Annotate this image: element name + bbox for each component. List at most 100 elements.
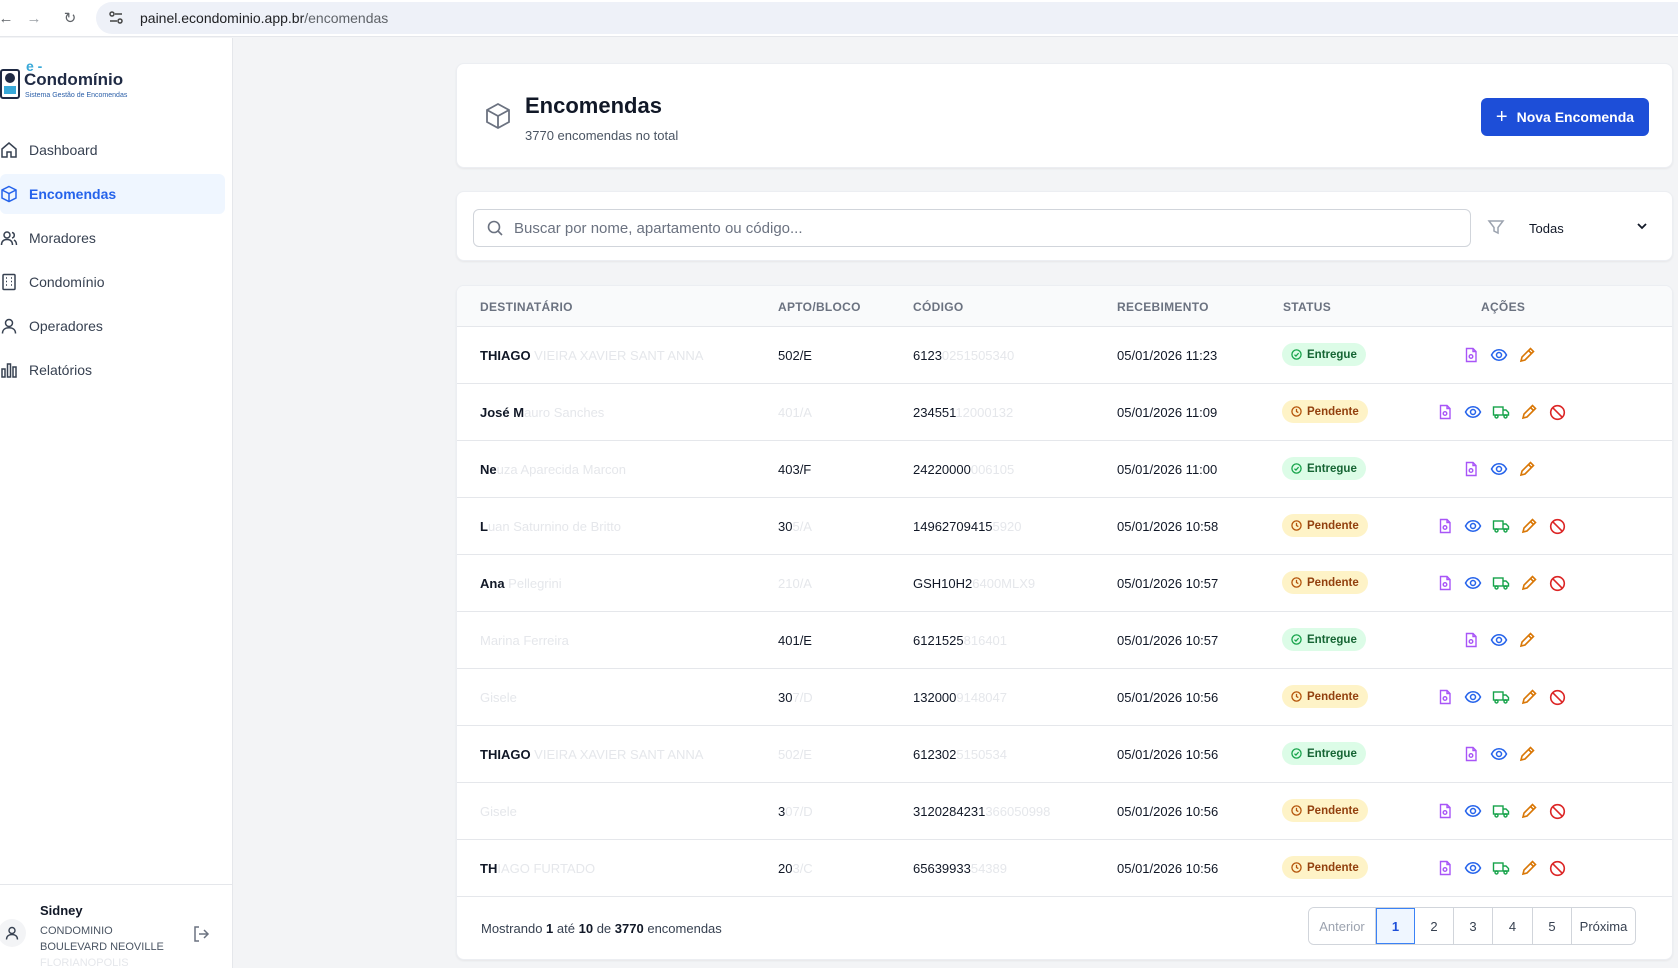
column-header[interactable]: APTO/BLOCO bbox=[778, 300, 861, 314]
page-button[interactable]: 2 bbox=[1415, 908, 1454, 944]
check-circle-icon bbox=[1291, 349, 1303, 361]
view-details-button[interactable] bbox=[1463, 801, 1483, 821]
tracking-code-cell: GSH10H26400MLX9 bbox=[913, 576, 1035, 591]
view-receipt-button[interactable] bbox=[1461, 744, 1481, 764]
table-header: DESTINATÁRIO APTO/BLOCO CÓDIGO RECEBIMEN… bbox=[457, 286, 1672, 327]
edit-button[interactable] bbox=[1519, 573, 1539, 593]
table-row[interactable]: THIAGO VIEIRA XAVIER SANT ANNA 502/E 61230… bbox=[457, 726, 1672, 783]
previous-page-button[interactable]: Anterior bbox=[1309, 908, 1376, 944]
view-details-button[interactable] bbox=[1463, 573, 1483, 593]
table-row[interactable]: Marina Ferreira 401/E 6121525816401 05/01/2… bbox=[457, 612, 1672, 669]
forward-icon[interactable]: → bbox=[22, 6, 46, 30]
view-receipt-button[interactable] bbox=[1435, 516, 1455, 536]
cancel-button[interactable] bbox=[1547, 858, 1567, 878]
recipient-name: THIAGO bbox=[480, 747, 531, 762]
sidebar-item-moradores[interactable]: Moradores bbox=[0, 218, 225, 258]
table-row[interactable]: THIAGO VIEIRA XAVIER SANT ANNA 502/E 61230… bbox=[457, 327, 1672, 384]
pencil-icon bbox=[1520, 517, 1538, 535]
reload-icon[interactable]: ↻ bbox=[58, 6, 82, 30]
column-header[interactable]: AÇÕES bbox=[1481, 300, 1525, 314]
row-actions bbox=[1461, 459, 1545, 479]
edit-button[interactable] bbox=[1517, 459, 1537, 479]
edit-button[interactable] bbox=[1519, 801, 1539, 821]
table-row[interactable]: Luan Saturnino de Britto 305/A 14962709415… bbox=[457, 498, 1672, 555]
search-input[interactable] bbox=[514, 219, 1414, 237]
table-row[interactable]: José Mauro Sanches 401/A 23455112000132 05/… bbox=[457, 384, 1672, 441]
view-details-button[interactable] bbox=[1489, 345, 1509, 365]
view-receipt-button[interactable] bbox=[1461, 345, 1481, 365]
view-receipt-button[interactable] bbox=[1461, 459, 1481, 479]
edit-button[interactable] bbox=[1517, 630, 1537, 650]
mark-delivered-button[interactable] bbox=[1491, 402, 1511, 422]
edit-button[interactable] bbox=[1519, 687, 1539, 707]
view-details-button[interactable] bbox=[1489, 630, 1509, 650]
user-panel: Sidney CONDOMINIO BOULEVARD NEOVILLE FLO… bbox=[0, 884, 233, 968]
view-receipt-button[interactable] bbox=[1435, 687, 1455, 707]
mark-delivered-button[interactable] bbox=[1491, 687, 1511, 707]
cancel-button[interactable] bbox=[1547, 402, 1567, 422]
view-receipt-button[interactable] bbox=[1435, 858, 1455, 878]
edit-button[interactable] bbox=[1519, 516, 1539, 536]
page-button[interactable]: 5 bbox=[1533, 908, 1572, 944]
sidebar-item-operadores[interactable]: Operadores bbox=[0, 306, 225, 346]
view-details-button[interactable] bbox=[1463, 516, 1483, 536]
brand-logo[interactable]: e - Condomínio Sistema Gestão de Encomen… bbox=[0, 58, 140, 108]
table-row[interactable]: THIAGO FURTADO 203/C 6563993354389 05/01/20… bbox=[457, 840, 1672, 897]
pencil-icon bbox=[1520, 802, 1538, 820]
column-header[interactable]: RECEBIMENTO bbox=[1117, 300, 1209, 314]
table-footer: Mostrando 1 até 10 de 3770 encomendas An… bbox=[457, 899, 1672, 959]
page-button[interactable]: 4 bbox=[1493, 908, 1533, 944]
edit-button[interactable] bbox=[1519, 858, 1539, 878]
mark-delivered-button[interactable] bbox=[1491, 858, 1511, 878]
row-actions bbox=[1435, 573, 1575, 593]
column-header[interactable]: DESTINATÁRIO bbox=[480, 300, 573, 314]
view-receipt-button[interactable] bbox=[1435, 402, 1455, 422]
back-icon[interactable]: ← bbox=[0, 6, 18, 30]
sidebar-item-condominio[interactable]: Condomínio bbox=[0, 262, 225, 302]
sidebar-item-dashboard[interactable]: Dashboard bbox=[0, 130, 225, 170]
new-order-button[interactable]: + Nova Encomenda bbox=[1481, 98, 1649, 136]
address-bar[interactable]: painel.econdominio.app.br/encomendas bbox=[96, 2, 1678, 34]
view-details-button[interactable] bbox=[1463, 687, 1483, 707]
recipient-cell: THIAGO VIEIRA XAVIER SANT ANNA bbox=[480, 348, 703, 363]
status-filter-select[interactable]: Todas bbox=[1519, 209, 1659, 247]
view-receipt-button[interactable] bbox=[1461, 630, 1481, 650]
logout-button[interactable] bbox=[190, 923, 212, 945]
sidebar-item-encomendas[interactable]: Encomendas bbox=[0, 174, 225, 214]
table-row[interactable]: Gisele 307/D 1320009148047 05/01/2026 10:56… bbox=[457, 669, 1672, 726]
column-header[interactable]: STATUS bbox=[1283, 300, 1331, 314]
view-receipt-button[interactable] bbox=[1435, 573, 1455, 593]
mark-delivered-button[interactable] bbox=[1491, 801, 1511, 821]
page-button[interactable]: 1 bbox=[1376, 908, 1415, 944]
tracking-code: 6121525 bbox=[913, 633, 964, 648]
view-receipt-button[interactable] bbox=[1435, 801, 1455, 821]
recipient-cell: Luan Saturnino de Britto bbox=[480, 519, 621, 534]
cancel-button[interactable] bbox=[1547, 801, 1567, 821]
page-button[interactable]: 3 bbox=[1454, 908, 1493, 944]
avatar[interactable] bbox=[0, 919, 26, 947]
sidebar-item-relatorios[interactable]: Relatórios bbox=[0, 350, 225, 390]
view-details-button[interactable] bbox=[1489, 744, 1509, 764]
edit-button[interactable] bbox=[1519, 402, 1539, 422]
cancel-button[interactable] bbox=[1547, 687, 1567, 707]
recipient-name-rest: auro Sanches bbox=[524, 405, 605, 420]
row-actions bbox=[1435, 516, 1575, 536]
view-details-button[interactable] bbox=[1463, 402, 1483, 422]
column-header[interactable]: CÓDIGO bbox=[913, 300, 963, 314]
cancel-button[interactable] bbox=[1547, 516, 1567, 536]
row-actions bbox=[1435, 402, 1575, 422]
view-details-button[interactable] bbox=[1463, 858, 1483, 878]
edit-button[interactable] bbox=[1517, 345, 1537, 365]
mark-delivered-button[interactable] bbox=[1491, 516, 1511, 536]
table-row[interactable]: Gisele 307/D 3120284231366050998 05/01/2026… bbox=[457, 783, 1672, 840]
mark-delivered-button[interactable] bbox=[1491, 573, 1511, 593]
edit-button[interactable] bbox=[1517, 744, 1537, 764]
search-field[interactable] bbox=[473, 209, 1471, 247]
view-details-button[interactable] bbox=[1489, 459, 1509, 479]
user-icon bbox=[0, 317, 18, 335]
next-page-button[interactable]: Próxima bbox=[1572, 908, 1635, 944]
site-settings-icon[interactable] bbox=[108, 8, 128, 28]
table-row[interactable]: Ana Pellegrini 210/A GSH10H26400MLX9 05/01/… bbox=[457, 555, 1672, 612]
cancel-button[interactable] bbox=[1547, 573, 1567, 593]
table-row[interactable]: Neuza Aparecida Marcon 403/F 2422000000610… bbox=[457, 441, 1672, 498]
